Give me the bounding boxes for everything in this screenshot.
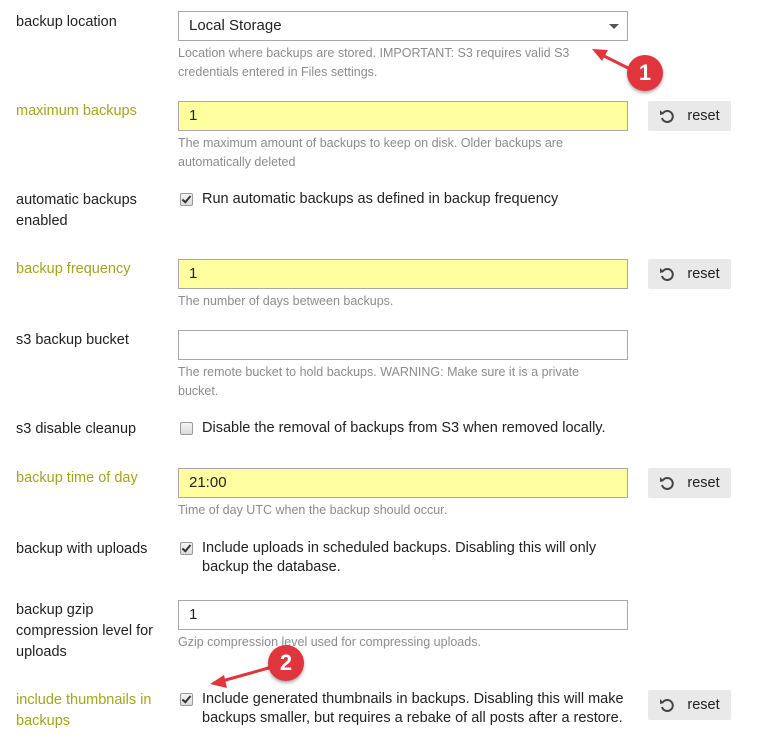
annotation-arrows (210, 49, 629, 688)
annotation-badge-2: 2 (268, 645, 304, 681)
annotation-badge-1: 1 (627, 55, 663, 91)
annotation-arrowhead-1 (592, 49, 608, 61)
annotation-arrowhead-2 (210, 675, 227, 688)
annotation-arrow-2 (221, 665, 273, 683)
